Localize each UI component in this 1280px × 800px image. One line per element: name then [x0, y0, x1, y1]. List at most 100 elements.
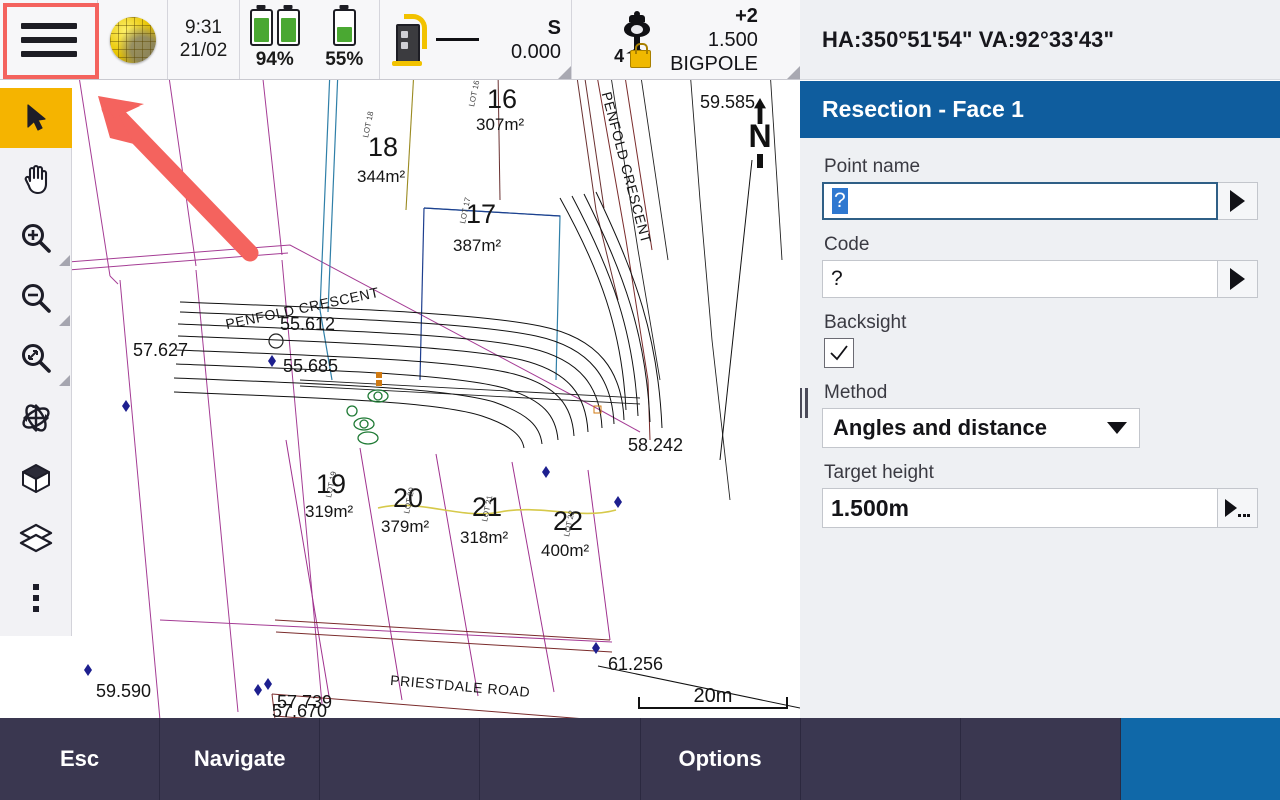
code-label: Code	[824, 234, 870, 255]
application-window: 9:31 21/02 94% 55% S 0.000 4 +2 1.500 BI…	[0, 0, 1280, 800]
elevation-label: 58.242	[628, 435, 684, 455]
battery-icon	[276, 8, 300, 46]
battery-icon-single	[332, 8, 356, 46]
chevron-down-icon	[1107, 422, 1127, 434]
prism-target-icon: 4	[614, 10, 662, 68]
cursor-arrow-icon	[27, 104, 46, 131]
target-height-value: 1.500m	[831, 494, 910, 521]
resection-form-panel: Point name ? Code ? Backsight Method Ang…	[800, 138, 1280, 718]
battery-group-1: 94%	[240, 8, 310, 71]
layers-icon	[19, 523, 53, 553]
target-height-label: Target height	[824, 462, 934, 483]
zoom-out-tool[interactable]	[0, 268, 72, 328]
code-value: ?	[831, 267, 843, 290]
cube-icon	[22, 464, 50, 493]
hamburger-menu-button[interactable]	[0, 0, 98, 79]
orbit-rotate-icon	[22, 404, 50, 432]
method-select[interactable]: Angles and distance	[822, 408, 1140, 448]
magnifier-minus-icon	[22, 284, 51, 313]
status-bar: 9:31 21/02 94% 55% S 0.000 4 +2 1.500 BI…	[0, 0, 800, 80]
hamburger-menu-icon	[20, 22, 77, 57]
target-offset: +2	[735, 4, 758, 27]
lot-area: 319m²	[305, 502, 354, 521]
battery-status[interactable]: 94% 55%	[240, 0, 380, 79]
target-height-row: 1.500m	[822, 488, 1258, 528]
lot-area: 387m²	[453, 236, 502, 255]
accept-button[interactable]	[1120, 718, 1280, 800]
layers-tool[interactable]	[0, 508, 72, 568]
submenu-indicator-icon	[59, 255, 70, 266]
lot-area: 379m²	[381, 517, 430, 536]
north-label: N	[748, 118, 772, 154]
battery-group-2: 55%	[310, 8, 380, 71]
clock-status[interactable]: 9:31 21/02	[168, 0, 240, 79]
instrument-distance: 0.000	[510, 40, 561, 63]
point-name-value: ?	[832, 188, 848, 214]
point-name-input[interactable]: ?	[822, 182, 1218, 220]
map-scale-bar: 20m	[638, 685, 788, 711]
view-3d-tool[interactable]	[0, 448, 72, 508]
instrument-values: S 0.000	[483, 16, 561, 64]
sight-line-icon	[436, 38, 479, 41]
battery-icons-pair	[249, 8, 300, 46]
triangle-right-icon	[1230, 268, 1245, 290]
angle-readout-text: HA:350°51'54" VA:92°33'43"	[822, 26, 1115, 52]
method-value: Angles and distance	[833, 415, 1047, 440]
target-height-input[interactable]: 1.500m	[822, 488, 1218, 528]
target-wrap: 4 +2 1.500 BIGPOLE	[572, 4, 800, 76]
empty-button-6[interactable]	[800, 718, 961, 800]
point-name-label: Point name	[824, 156, 921, 177]
panel-title: Resection - Face 1	[800, 81, 1280, 138]
lot-area: 307m²	[476, 115, 525, 134]
submenu-indicator-icon	[59, 315, 70, 326]
lot-area: 318m²	[460, 528, 509, 547]
angle-readout-bar[interactable]: HA:350°51'54" VA:92°33'43"	[800, 0, 1280, 80]
lot-number: 16	[487, 84, 518, 114]
battery-icon	[332, 8, 356, 46]
corner-expand-icon	[558, 66, 571, 79]
select-tool[interactable]	[0, 88, 72, 148]
options-button[interactable]: Options	[640, 718, 801, 800]
more-tool[interactable]	[0, 568, 72, 628]
globe-icon	[109, 16, 156, 63]
empty-button-3[interactable]	[320, 718, 481, 800]
battery-2-percent: 55%	[325, 48, 364, 70]
code-options-button[interactable]	[1218, 260, 1258, 298]
map-tools-toolbar	[0, 88, 72, 636]
instrument-status[interactable]: S 0.000	[380, 0, 572, 79]
map-canvas[interactable]: 16 307m² LOT 16 18 344m² LOT 18 17 387m²…	[0, 80, 800, 718]
orbit-tool[interactable]	[0, 388, 72, 448]
target-number: 4	[614, 45, 625, 66]
hand-pan-icon	[24, 164, 48, 195]
elevation-label: 61.256	[608, 654, 664, 674]
instrument-mode: S	[547, 16, 561, 39]
submenu-indicator-icon	[59, 375, 70, 386]
bottom-action-bar: Esc Navigate Options	[0, 718, 1280, 800]
navigate-button[interactable]: Navigate	[160, 718, 321, 800]
zoom-extents-tool[interactable]	[0, 328, 72, 388]
target-height-options-button[interactable]	[1218, 488, 1258, 528]
esc-button[interactable]: Esc	[0, 718, 161, 800]
target-status[interactable]: 4 +2 1.500 BIGPOLE	[572, 0, 800, 79]
battery-icon	[249, 8, 273, 46]
backsight-checkbox[interactable]	[824, 338, 854, 368]
magnifier-plus-icon	[22, 224, 51, 253]
empty-button-7[interactable]	[960, 718, 1121, 800]
elevation-label: 57.670	[272, 701, 328, 718]
clock-date: 21/02	[179, 39, 228, 61]
elevation-label: 57.627	[133, 340, 189, 360]
coordinate-system-button[interactable]	[98, 0, 168, 79]
target-name: BIGPOLE	[670, 52, 758, 75]
target-height-status: 1.500	[707, 28, 758, 51]
lot-number: 18	[368, 132, 399, 162]
magnifier-extents-icon	[22, 344, 51, 373]
zoom-in-tool[interactable]	[0, 208, 72, 268]
code-input[interactable]: ?	[822, 260, 1218, 298]
pan-tool[interactable]	[0, 148, 72, 208]
triangle-right-more-icon	[1224, 499, 1251, 517]
point-name-options-button[interactable]	[1218, 182, 1258, 220]
empty-button-4[interactable]	[480, 718, 641, 800]
target-values: +2 1.500 BIGPOLE	[670, 4, 758, 76]
total-station-icon	[390, 13, 430, 66]
lot-area: 400m²	[541, 541, 590, 560]
